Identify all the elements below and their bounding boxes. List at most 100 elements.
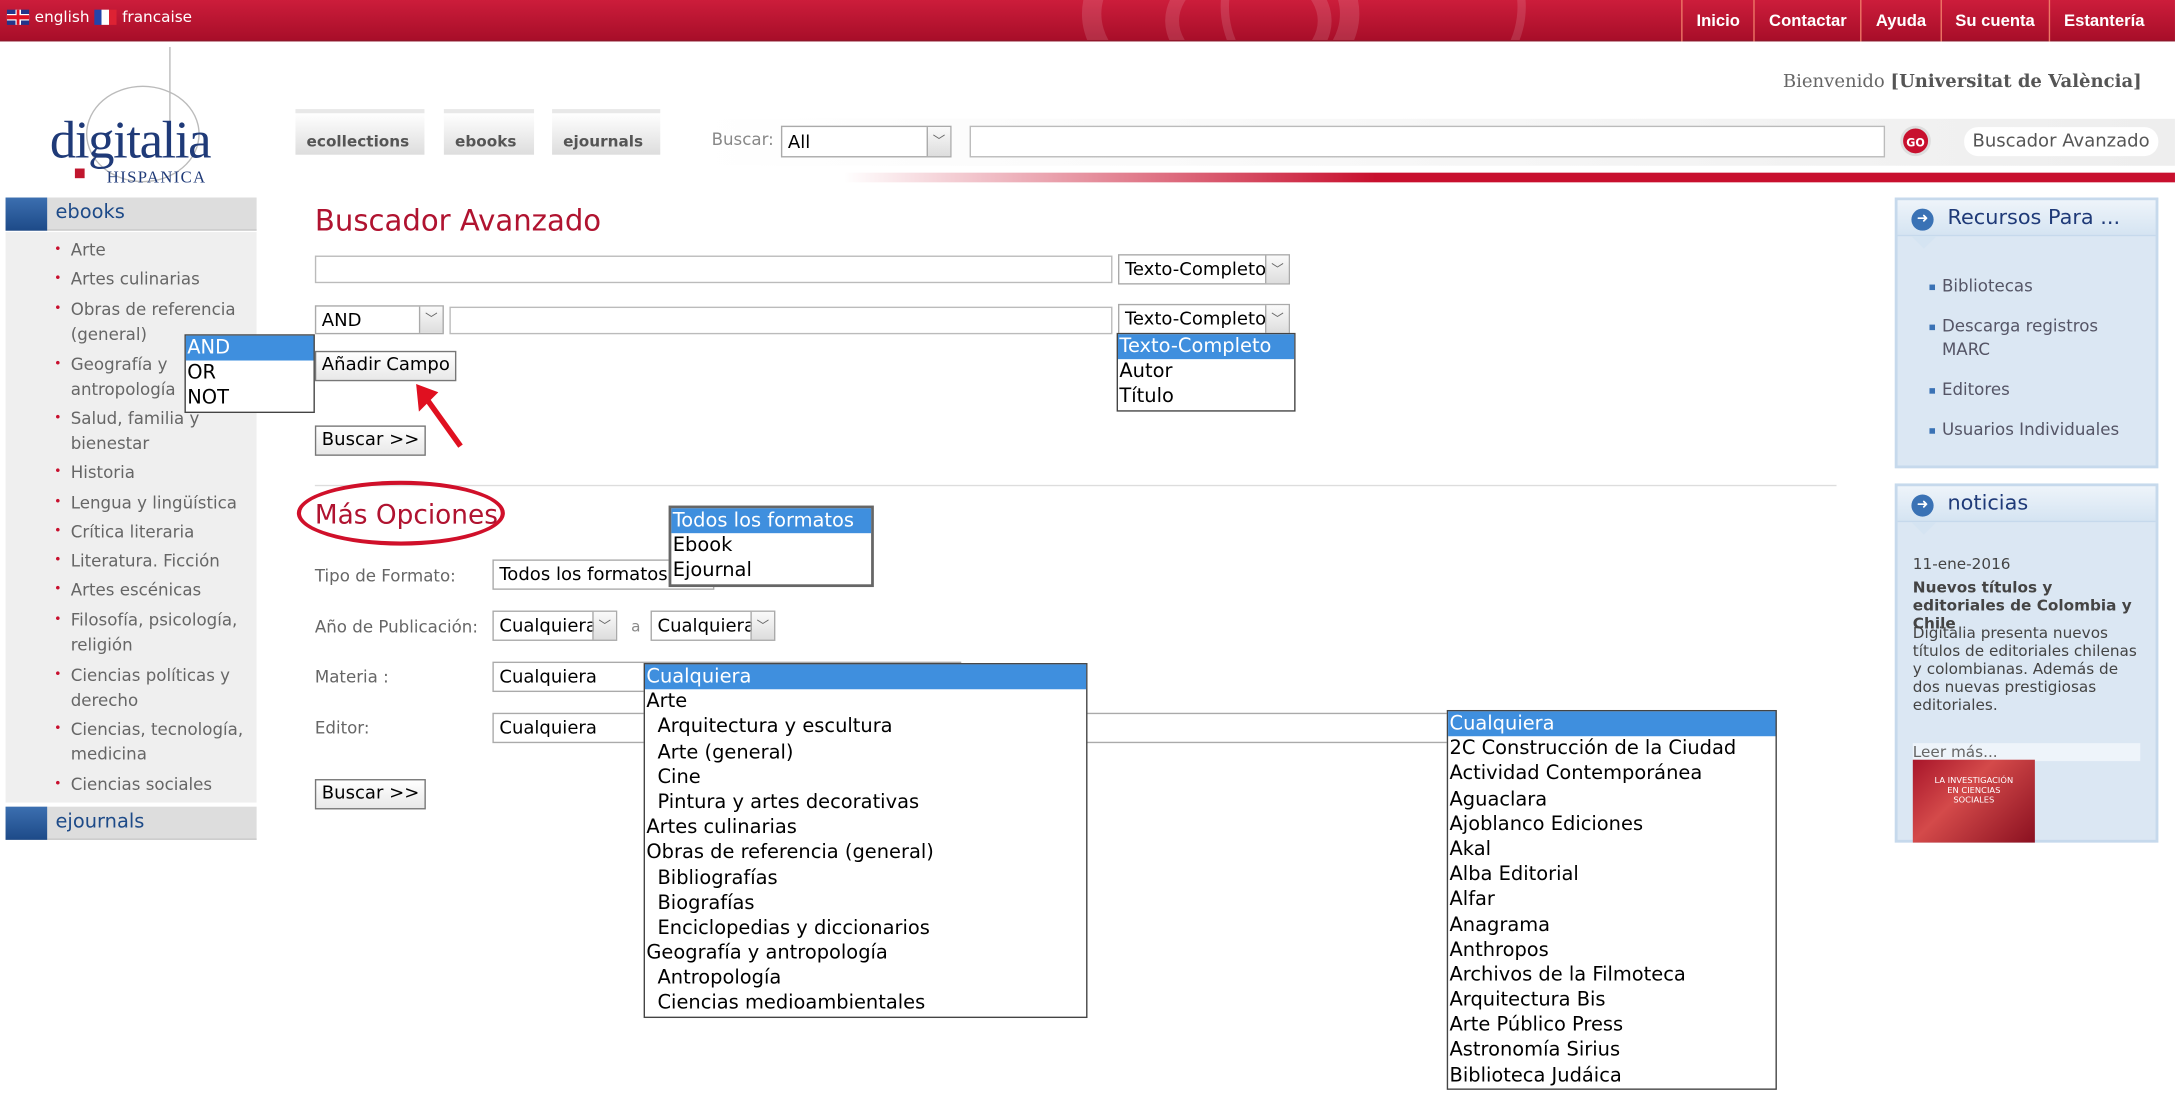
field-type-1-select[interactable]: Texto-Completo ﹀ (1118, 254, 1291, 285)
format-option-ebook[interactable]: Ebook (671, 533, 871, 558)
subject-option[interactable]: Cualquiera (645, 664, 1087, 690)
publisher-option[interactable]: Aguaclara (1448, 787, 1775, 812)
publisher-option[interactable]: Akal (1448, 837, 1775, 862)
chevron-down-icon: ﹀ (592, 611, 616, 640)
nav-contactar[interactable]: Contactar (1753, 0, 1861, 42)
subject-option[interactable]: Pintura y artes decorativas (645, 790, 1086, 815)
sidebar-item-artes-escenicas[interactable]: Artes escénicas (54, 577, 251, 602)
publisher-option[interactable]: Arte Público Press (1448, 1013, 1775, 1038)
search-button-top[interactable]: Buscar >> (314, 425, 427, 456)
sidebar-ejournals-title: ejournals (55, 810, 145, 833)
publisher-option[interactable]: Cualquiera (1448, 711, 1776, 737)
publisher-option[interactable]: Archivos de la Filmoteca (1448, 963, 1775, 988)
panel-notch (1911, 522, 1937, 535)
subject-option[interactable]: Antropología (645, 966, 1086, 991)
publisher-option[interactable]: Anthropos (1448, 937, 1775, 962)
publisher-option[interactable]: Anagrama (1448, 912, 1775, 937)
sidebar-item-salud[interactable]: Salud, familia y bienestar (54, 406, 251, 456)
publisher-option[interactable]: 2C Construcción de la Ciudad (1448, 736, 1775, 761)
recursos-title: Recursos Para ... (1947, 204, 2121, 230)
subject-option[interactable]: Enciclopedias y diccionarios (645, 916, 1086, 941)
search-button-bottom[interactable]: Buscar >> (314, 779, 427, 810)
recursos-link-bibliotecas[interactable]: Bibliotecas (1929, 275, 2150, 298)
operator-option-and[interactable]: AND (185, 335, 314, 361)
france-flag-icon (94, 9, 117, 25)
sidebar-item-critica[interactable]: Crítica literaria (54, 519, 251, 544)
advanced-term-1-input[interactable] (314, 255, 1113, 284)
sidebar-ebooks-title: ebooks (55, 201, 125, 224)
lang-english-link[interactable]: english (6, 8, 90, 26)
sidebar-item-lengua[interactable]: Lengua y lingüística (54, 490, 251, 515)
subject-option[interactable]: Artes culinarias (645, 815, 1086, 840)
subject-option[interactable]: Cine (645, 765, 1086, 790)
sidebar-item-ciencias-sociales[interactable]: Ciencias sociales (54, 772, 251, 797)
publisher-option[interactable]: Actividad Contemporánea (1448, 762, 1775, 787)
recursos-link-editores[interactable]: Editores (1929, 378, 2150, 401)
operator-option-or[interactable]: OR (186, 361, 314, 386)
sidebar-item-artes-culinarias[interactable]: Artes culinarias (54, 267, 251, 292)
sidebar-item-ciencias-tecnologia[interactable]: Ciencias, tecnología, medicina (54, 717, 251, 767)
publisher-option[interactable]: Arquitectura Bis (1448, 988, 1775, 1013)
sidebar-item-arte[interactable]: Arte (54, 238, 251, 263)
search-scope-select[interactable]: All ﹀ (780, 125, 952, 158)
lang-french-link[interactable]: francaise (94, 8, 192, 26)
subject-option[interactable]: Arquitectura y escultura (645, 715, 1086, 740)
subject-label: Materia : (314, 667, 389, 687)
nav-inicio[interactable]: Inicio (1681, 0, 1754, 42)
year-to-value: Cualquiera (657, 616, 756, 637)
uk-flag-icon (6, 9, 30, 25)
field-type-option-autor[interactable]: Autor (1118, 359, 1294, 384)
year-to-select[interactable]: Cualquiera ﹀ (650, 610, 776, 641)
year-from-select[interactable]: Cualquiera ﹀ (492, 610, 618, 641)
noticias-header: ➜ noticias (1897, 486, 2156, 523)
news-thumbnail[interactable]: LA INVESTIGACIÓN EN CIENCIAS SOCIALES (1912, 759, 2035, 843)
advanced-search-button[interactable]: Buscador Avanzado (1964, 127, 2159, 157)
subject-option[interactable]: Bibliografías (645, 865, 1086, 890)
field-type-2-value: Texto-Completo (1124, 309, 1267, 331)
operator-option-not[interactable]: NOT (186, 386, 314, 411)
operator-value: AND (321, 310, 362, 332)
recursos-link-marc[interactable]: Descarga registros MARC (1929, 315, 2150, 362)
operator-select[interactable]: AND ﹀ (314, 305, 444, 335)
subject-option[interactable]: Ciencias medioambientales (645, 991, 1086, 1016)
nav-ayuda[interactable]: Ayuda (1860, 0, 1940, 42)
subject-option[interactable]: Biografías (645, 891, 1086, 916)
news-read-more[interactable]: Leer más... (1912, 743, 2141, 762)
search-input[interactable] (969, 125, 1886, 158)
field-type-option-titulo[interactable]: Título (1118, 385, 1294, 410)
subject-option[interactable]: Arte (general) (645, 740, 1086, 765)
publisher-option[interactable]: Alfar (1448, 887, 1775, 912)
sidebar-item-literatura[interactable]: Literatura. Ficción (54, 548, 251, 573)
sidebar-ebooks-header[interactable]: ebooks (5, 197, 257, 231)
search-scope-value: All (787, 132, 811, 154)
publisher-option[interactable]: Biblioteca Judáica (1448, 1063, 1775, 1088)
format-option-ejournal[interactable]: Ejournal (671, 559, 871, 584)
go-button[interactable]: GO (1900, 125, 1931, 157)
field-type-option-texto[interactable]: Texto-Completo (1118, 334, 1295, 360)
field-type-2-select[interactable]: Texto-Completo ﹀ (1118, 303, 1291, 335)
subject-option[interactable]: Arte (645, 690, 1086, 715)
sidebar-item-filosofia[interactable]: Filosofía, psicología, religión (54, 608, 251, 658)
recursos-header: ➜ Recursos Para ... (1897, 200, 2156, 237)
publisher-option[interactable]: Astronomía Sirius (1448, 1038, 1775, 1063)
tab-ejournals[interactable]: ejournals (552, 109, 661, 155)
nav-su-cuenta[interactable]: Su cuenta (1940, 0, 2049, 42)
field-type-dropdown: Texto-Completo Autor Título (1116, 332, 1296, 412)
publisher-option[interactable]: Alba Editorial (1448, 862, 1775, 887)
add-field-button[interactable]: Añadir Campo (314, 350, 457, 382)
nav-estanteria[interactable]: Estantería (2048, 0, 2175, 42)
format-option-todos[interactable]: Todos los formatos (671, 508, 872, 534)
sidebar-item-ciencias-politicas[interactable]: Ciencias políticas y derecho (54, 663, 251, 713)
subject-dropdown: Cualquiera Arte Arquitectura y escultura… (643, 663, 1088, 1018)
welcome-prefix: Bienvenido (1782, 71, 1885, 93)
sidebar-item-historia[interactable]: Historia (54, 460, 251, 485)
recursos-link-usuarios[interactable]: Usuarios Individuales (1929, 419, 2150, 442)
advanced-term-2-input[interactable] (449, 306, 1113, 335)
digitalia-logo[interactable]: digitalia HISPANICA (47, 46, 220, 188)
tab-ecollections[interactable]: ecollections (295, 109, 425, 155)
tab-ebooks[interactable]: ebooks (443, 109, 535, 155)
sidebar-ejournals-header[interactable]: ejournals (5, 806, 257, 840)
subject-option[interactable]: Obras de referencia (general) (645, 840, 1086, 865)
publisher-option[interactable]: Ajoblanco Ediciones (1448, 812, 1775, 837)
subject-option[interactable]: Geografía y antropología (645, 941, 1086, 966)
